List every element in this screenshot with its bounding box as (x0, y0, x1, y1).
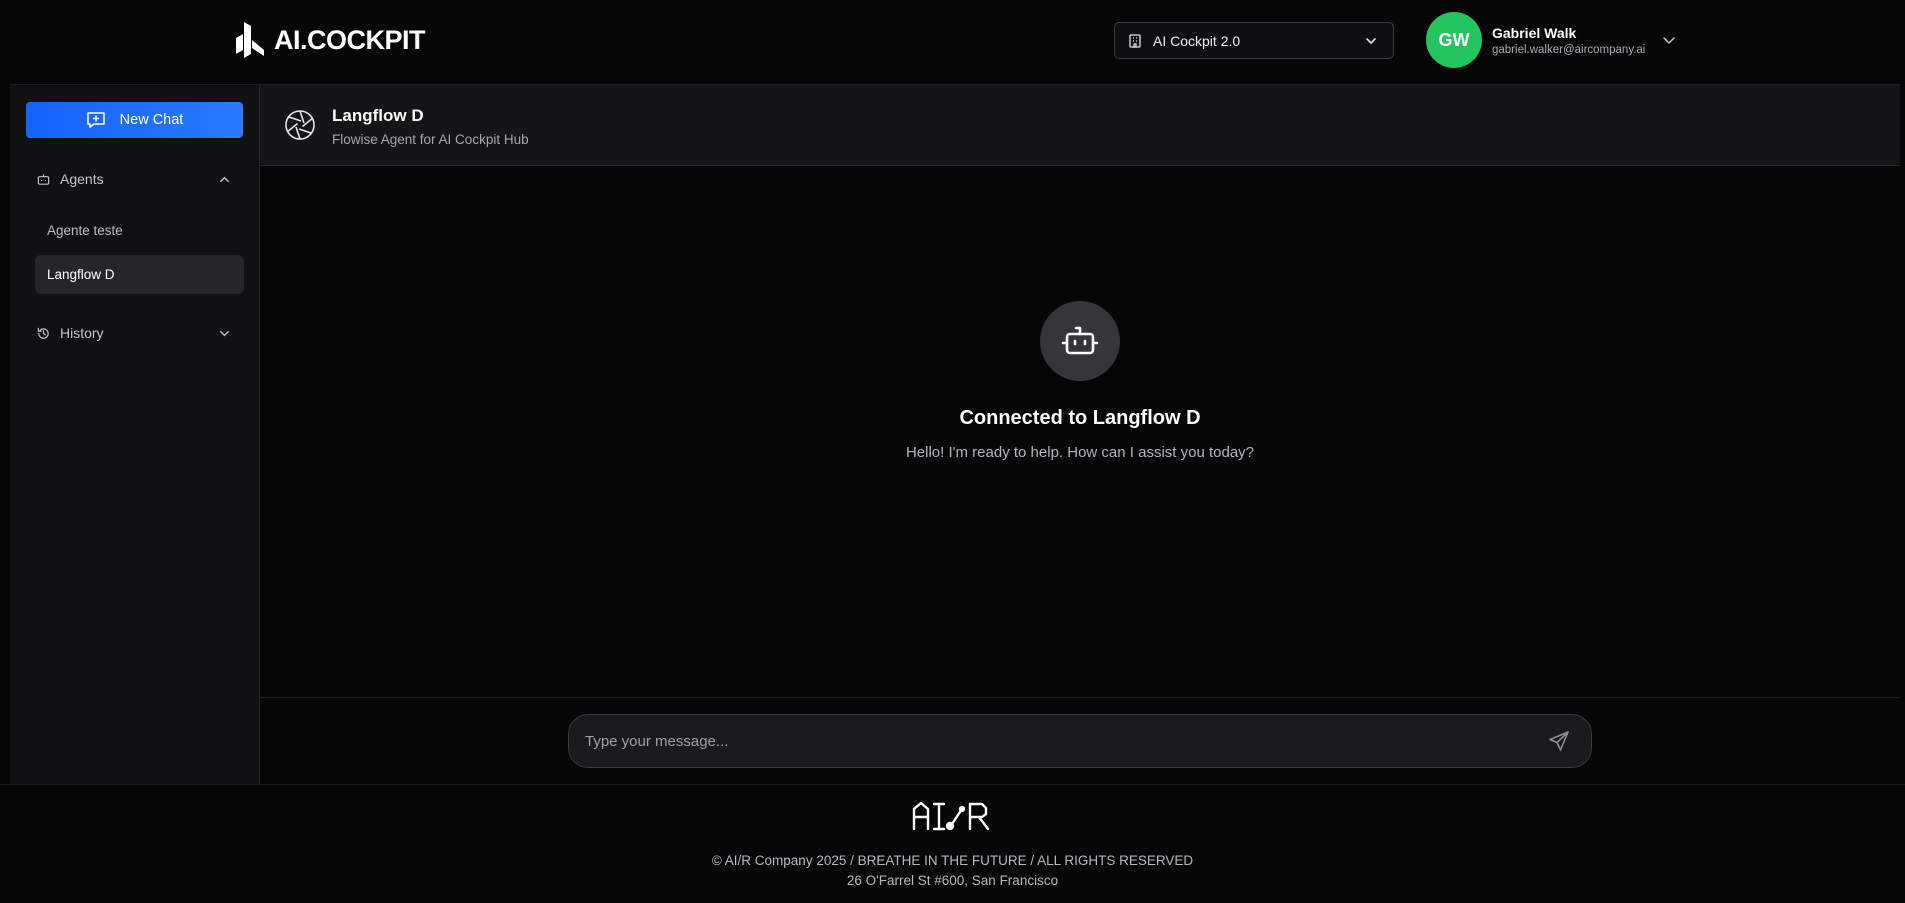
new-chat-label: New Chat (119, 112, 184, 128)
bot-icon (37, 173, 50, 185)
user-info: Gabriel Walk gabriel.walker@aircompany.a… (1492, 25, 1645, 56)
user-email: gabriel.walker@aircompany.ai (1492, 43, 1646, 56)
connection-title: Connected to Langflow D (959, 407, 1201, 429)
bot-avatar (1040, 301, 1120, 381)
send-icon (1549, 731, 1569, 751)
workspace-selector[interactable]: AI Cockpit 2.0 (1114, 22, 1394, 59)
building-icon (1129, 33, 1141, 48)
user-name: Gabriel Walk (1492, 24, 1577, 41)
history-section-toggle[interactable]: History (36, 321, 232, 345)
bot-icon (1061, 326, 1099, 355)
avatar: GW (1426, 12, 1482, 68)
history-icon (37, 327, 49, 339)
history-label: History (60, 325, 104, 341)
footer: © AI/R Company 2025 / BREATHE IN THE FUT… (0, 784, 1905, 903)
footer-copyright: © AI/R Company 2025 / BREATHE IN THE FUT… (711, 853, 1194, 868)
empty-state: Connected to Langflow D Hello! I'm ready… (260, 301, 1900, 461)
chevron-down-icon (220, 330, 229, 336)
sidebar-item-label: Agente teste (47, 223, 123, 238)
message-input[interactable] (585, 715, 1545, 767)
brand-logo[interactable]: AI.COCKPIT (234, 20, 426, 60)
ai-cockpit-logo-icon (236, 22, 264, 58)
chevron-down-icon (1366, 37, 1376, 44)
chat-header: Langflow D Flowise Agent for AI Cockpit … (260, 85, 1900, 166)
new-chat-button[interactable]: New Chat (26, 102, 243, 138)
aperture-icon (285, 110, 315, 140)
sidebar-item-langflow-d[interactable]: Langflow D (35, 255, 244, 294)
chevron-up-icon (220, 176, 229, 182)
footer-address: 26 O'Farrel St #600, San Francisco (846, 873, 1059, 888)
composer-area (260, 697, 1900, 785)
agent-description: Flowise Agent for AI Cockpit Hub (332, 132, 529, 147)
brand-name: AI.COCKPIT (274, 24, 426, 55)
new-chat-icon (86, 112, 105, 128)
agents-section-toggle[interactable]: Agents (36, 167, 232, 191)
chevron-down-icon (1663, 37, 1676, 45)
send-button[interactable] (1545, 727, 1573, 755)
sidebar-item-label: Langflow D (47, 267, 115, 282)
welcome-message: Hello! I'm ready to help. How can I assi… (905, 444, 1255, 461)
message-composer (568, 714, 1592, 768)
top-header: AI.COCKPIT AI Cockpit 2.0 GW Gabriel Wal… (0, 0, 1905, 84)
agents-label: Agents (60, 171, 104, 187)
sidebar-item-agente-teste[interactable]: Agente teste (35, 211, 244, 250)
agent-title: Langflow D (332, 106, 424, 125)
chat-panel: Langflow D Flowise Agent for AI Cockpit … (260, 84, 1900, 784)
workspace-selected-value: AI Cockpit 2.0 (1153, 32, 1241, 49)
user-menu[interactable]: GW Gabriel Walk gabriel.walker@aircompan… (1426, 12, 1677, 68)
air-company-logo (912, 801, 990, 831)
sidebar: New Chat Agents Agente teste Langflow D … (10, 84, 260, 784)
